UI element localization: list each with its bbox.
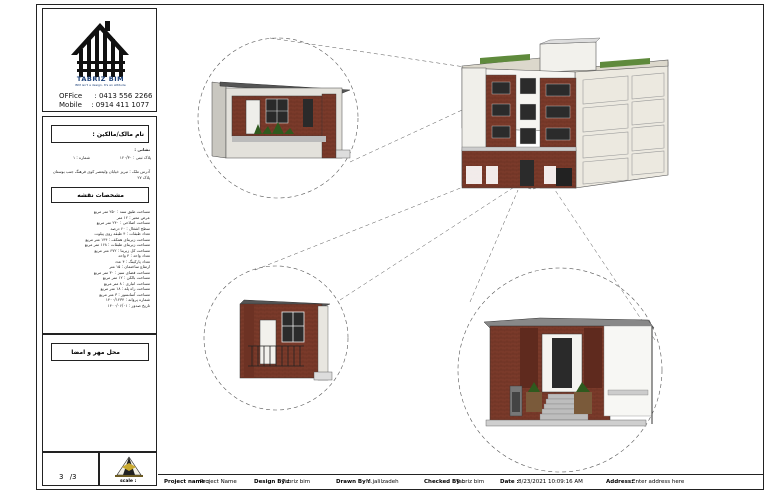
- drawing-area: [197, 37, 669, 473]
- building-3d-view: [461, 37, 669, 189]
- address-value: Enter address here: [632, 479, 685, 485]
- address-label: Address:: [606, 479, 634, 485]
- drawn-by-label: Drawn By :: [336, 479, 370, 485]
- project-name-value: Project Name: [200, 479, 237, 485]
- title-block-footer: Project name : Project Name Design By : …: [158, 474, 764, 489]
- checked-by-value: Tabriz bim: [456, 479, 485, 485]
- date-value: 8/23/2021 10:09:16 AM: [518, 479, 583, 485]
- detail-balcony-planter: [211, 81, 351, 159]
- drawn-by-value: M.jalilzadeh: [366, 479, 399, 485]
- detail-entrance-canopy: [483, 317, 655, 427]
- design-by-value: Tabriz bim: [282, 479, 311, 485]
- date-label: Date :: [500, 479, 519, 485]
- detail-balcony-railing: [239, 299, 333, 381]
